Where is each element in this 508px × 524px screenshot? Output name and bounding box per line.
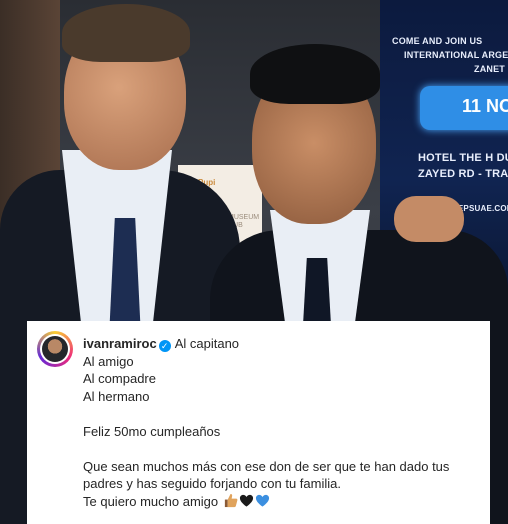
caption-line: Al amigo	[83, 353, 134, 369]
profile-photo-icon	[42, 336, 68, 362]
screen-text: INTERNATIONAL ARGE	[404, 50, 508, 60]
caption-birthday-line: Feliz 50mo cumpleaños	[83, 423, 221, 439]
screen-date: 11 NO	[462, 96, 508, 116]
caption-wish-line: padres y has seguido forjando con tu fam…	[83, 476, 341, 491]
screen-text: HOTEL THE H DU	[418, 152, 508, 164]
verified-badge-icon: ✓	[158, 340, 171, 352]
blue-heart-icon	[255, 493, 270, 513]
hand	[394, 196, 464, 242]
caption-first-line: Al capitano	[174, 336, 240, 351]
instagram-caption-card: ivanramiroc ✓ Al capitano Al amigo Al comp…	[27, 321, 490, 524]
caption-line: Al hermano	[83, 388, 150, 404]
caption-love-line: Te quiero mucho amigo	[83, 493, 219, 509]
avatar[interactable]	[37, 331, 73, 367]
username-link[interactable]: ivanramiroc	[83, 336, 157, 351]
thumbs-up-icon	[223, 493, 238, 513]
caption-text: ivanramiroc ✓ Al capitano Al amigo Al comp…	[83, 335, 483, 512]
screen-text: ZANET	[474, 64, 505, 74]
screen-text: ZAYED RD - TRA	[418, 168, 508, 180]
caption-wish-line: Que sean muchos más con ese don de ser q…	[83, 458, 450, 474]
caption-line: Al compadre	[83, 371, 156, 386]
black-heart-icon	[239, 493, 254, 513]
screen-text: COME AND JOIN US	[392, 36, 483, 46]
screen-date-pill: 11 NO	[420, 86, 508, 130]
